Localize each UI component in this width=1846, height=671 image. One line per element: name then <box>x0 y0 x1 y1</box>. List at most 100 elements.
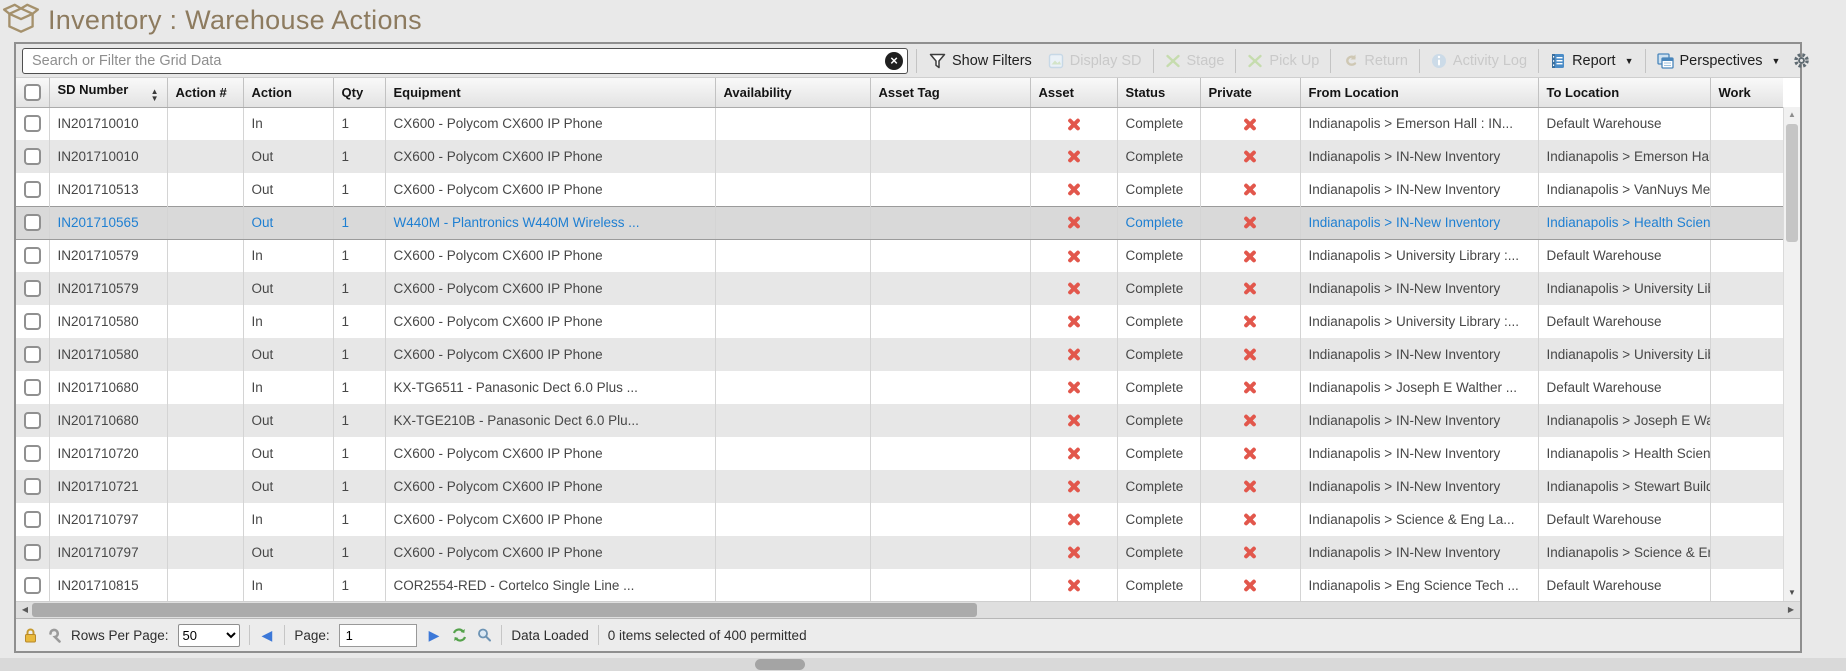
page-input[interactable] <box>339 624 417 647</box>
column-header-select-all[interactable] <box>16 78 49 107</box>
vertical-scrollbar[interactable]: ▲ ▼ <box>1783 107 1800 601</box>
vertical-scrollbar-thumb[interactable] <box>1786 124 1798 242</box>
perspectives-button[interactable]: Perspectives ▼ <box>1653 53 1785 69</box>
pick-up-label: Pick Up <box>1269 53 1319 69</box>
column-header-sd-number[interactable]: SD Number ▲▼ <box>49 78 167 107</box>
row-checkbox[interactable] <box>24 478 41 495</box>
previous-page-button[interactable]: ◀ <box>259 628 276 642</box>
table-row[interactable]: IN201710579Out1CX600 - Polycom CX600 IP … <box>16 272 1783 305</box>
horizontal-scrollbar-thumb[interactable] <box>32 603 977 617</box>
toolbar-separator <box>1153 49 1154 73</box>
column-header-from-location[interactable]: From Location <box>1300 78 1538 107</box>
row-checkbox[interactable] <box>24 148 41 165</box>
row-checkbox[interactable] <box>24 181 41 198</box>
table-row[interactable]: IN201710680Out1KX-TGE210B - Panasonic De… <box>16 404 1783 437</box>
cell-to-location: Default Warehouse <box>1538 569 1710 601</box>
cell-asset <box>1030 404 1117 437</box>
row-checkbox[interactable] <box>24 412 41 429</box>
cell-private <box>1200 305 1300 338</box>
cell-checkbox <box>16 569 49 601</box>
cell-from-location: Indianapolis > IN-New Inventory <box>1300 206 1538 239</box>
next-page-button[interactable]: ▶ <box>426 628 443 642</box>
cell-status: Complete <box>1117 338 1200 371</box>
cell-equipment: CX600 - Polycom CX600 IP Phone <box>385 470 715 503</box>
table-row[interactable]: IN201710010In1CX600 - Polycom CX600 IP P… <box>16 107 1783 140</box>
table-row[interactable]: IN201710513Out1CX600 - Polycom CX600 IP … <box>16 173 1783 206</box>
cell-from-location: Indianapolis > Joseph E Walther ... <box>1300 371 1538 404</box>
column-header-availability[interactable]: Availability <box>715 78 870 107</box>
cell-action-number <box>167 173 243 206</box>
red-x-icon <box>1243 380 1258 395</box>
table-row[interactable]: IN201710721Out1CX600 - Polycom CX600 IP … <box>16 470 1783 503</box>
page-scrollbar-thumb[interactable] <box>755 659 805 670</box>
row-checkbox[interactable] <box>24 280 41 297</box>
table-row[interactable]: IN201710565Out1W440M - Plantronics W440M… <box>16 206 1783 239</box>
table-row[interactable]: IN201710797Out1CX600 - Polycom CX600 IP … <box>16 536 1783 569</box>
toolbar-separator <box>1235 49 1236 73</box>
stage-button: Stage <box>1161 53 1229 69</box>
table-row[interactable]: IN201710010Out1CX600 - Polycom CX600 IP … <box>16 140 1783 173</box>
column-header-action[interactable]: Action <box>243 78 333 107</box>
row-checkbox[interactable] <box>24 577 41 594</box>
select-all-checkbox[interactable] <box>24 84 41 101</box>
cell-checkbox <box>16 173 49 206</box>
column-header-action-number[interactable]: Action # <box>167 78 243 107</box>
cell-availability <box>715 173 870 206</box>
cell-action: Out <box>243 470 333 503</box>
row-checkbox[interactable] <box>24 511 41 528</box>
row-checkbox[interactable] <box>24 445 41 462</box>
grid-panel: × Show Filters Display SD <box>14 42 1802 653</box>
column-header-qty[interactable]: Qty <box>333 78 385 107</box>
show-filters-button[interactable]: Show Filters <box>925 53 1036 69</box>
cell-asset-tag <box>870 569 1030 601</box>
red-x-icon <box>1243 215 1258 230</box>
table-row[interactable]: IN201710815In1COR2554-RED - Cortelco Sin… <box>16 569 1783 601</box>
magnifier-icon[interactable] <box>477 627 492 643</box>
table-row[interactable]: IN201710580In1CX600 - Polycom CX600 IP P… <box>16 305 1783 338</box>
row-checkbox[interactable] <box>24 313 41 330</box>
rows-per-page-select[interactable]: 50 <box>178 624 240 647</box>
table-row[interactable]: IN201710579In1CX600 - Polycom CX600 IP P… <box>16 239 1783 272</box>
column-header-to-location[interactable]: To Location <box>1538 78 1710 107</box>
settings-gear-button[interactable] <box>1793 52 1810 69</box>
sort-icon[interactable]: ▲▼ <box>151 89 159 102</box>
red-x-icon <box>1066 479 1081 494</box>
row-checkbox[interactable] <box>24 544 41 561</box>
cell-action-number <box>167 305 243 338</box>
column-header-status[interactable]: Status <box>1117 78 1200 107</box>
cell-work <box>1710 239 1783 272</box>
scroll-down-arrow-icon[interactable]: ▼ <box>1784 585 1800 601</box>
horizontal-scrollbar[interactable]: ◀ ▶ <box>16 601 1800 618</box>
scroll-up-arrow-icon[interactable]: ▲ <box>1784 107 1800 123</box>
page-header: Inventory : Warehouse Actions <box>0 0 1846 40</box>
clear-search-icon[interactable]: × <box>885 52 903 70</box>
cell-action-number <box>167 338 243 371</box>
refresh-icon[interactable] <box>451 627 468 643</box>
row-checkbox[interactable] <box>24 247 41 264</box>
row-checkbox[interactable] <box>24 115 41 132</box>
row-checkbox[interactable] <box>24 379 41 396</box>
table-row[interactable]: IN201710720Out1CX600 - Polycom CX600 IP … <box>16 437 1783 470</box>
row-checkbox[interactable] <box>24 346 41 363</box>
red-x-icon <box>1066 281 1081 296</box>
scroll-right-arrow-icon[interactable]: ▶ <box>1784 602 1798 618</box>
report-button[interactable]: Report ▼ <box>1546 53 1637 69</box>
cell-sd-number: IN201710580 <box>49 305 167 338</box>
table-row[interactable]: IN201710797In1CX600 - Polycom CX600 IP P… <box>16 503 1783 536</box>
table-row[interactable]: IN201710680In1KX-TG6511 - Panasonic Dect… <box>16 371 1783 404</box>
column-header-asset-tag[interactable]: Asset Tag <box>870 78 1030 107</box>
lock-icon[interactable] <box>23 627 38 643</box>
search-input[interactable] <box>22 48 908 74</box>
wrench-icon[interactable] <box>47 627 62 643</box>
row-checkbox[interactable] <box>24 214 41 231</box>
column-header-equipment[interactable]: Equipment <box>385 78 715 107</box>
cell-availability <box>715 107 870 140</box>
column-header-asset[interactable]: Asset <box>1030 78 1117 107</box>
cell-status: Complete <box>1117 536 1200 569</box>
table-row[interactable]: IN201710580Out1CX600 - Polycom CX600 IP … <box>16 338 1783 371</box>
column-header-work[interactable]: Work <box>1710 78 1783 107</box>
column-header-private[interactable]: Private <box>1200 78 1300 107</box>
scroll-left-arrow-icon[interactable]: ◀ <box>18 602 32 618</box>
page-horizontal-scrollbar[interactable] <box>0 658 1846 671</box>
cell-work <box>1710 437 1783 470</box>
